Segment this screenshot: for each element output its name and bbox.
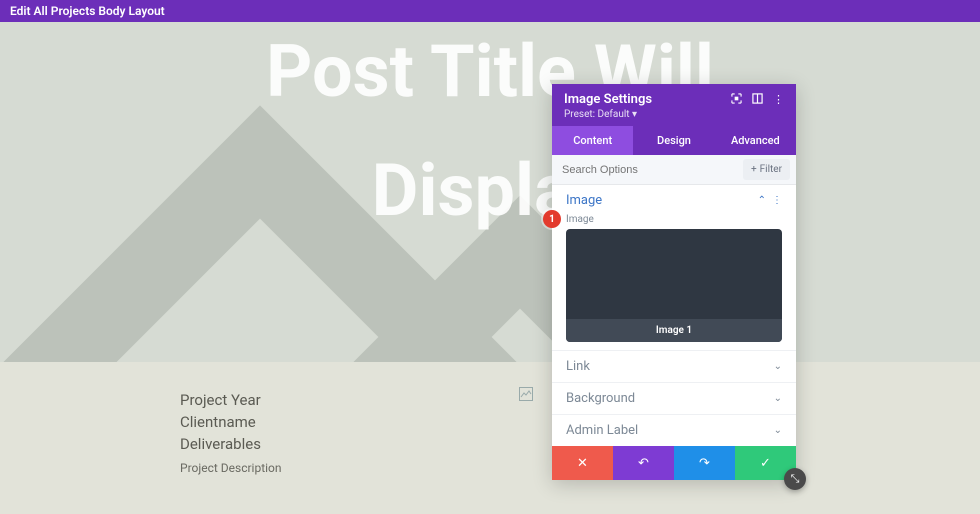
search-input[interactable] — [552, 156, 743, 184]
filter-button[interactable]: + Filter — [743, 159, 790, 180]
project-meta-section: Project Year Clientname Deliverables Pro… — [0, 362, 980, 514]
annotation-badge-1: 1 — [543, 210, 561, 228]
panel-title: Image Settings — [564, 92, 652, 107]
search-row: + Filter — [552, 155, 796, 185]
panel-tabs: Content Design Advanced — [552, 126, 796, 155]
undo-button[interactable]: ↶ — [613, 446, 674, 480]
tab-content[interactable]: Content — [552, 126, 633, 155]
expand-icon[interactable] — [752, 93, 763, 107]
image-preview[interactable]: Image 1 — [566, 229, 782, 342]
top-bar-title: Edit All Projects Body Layout — [10, 4, 165, 18]
chevron-down-icon: ⌄ — [774, 393, 782, 404]
image-settings-panel: Image Settings ⋮ Preset: Default ▾ Conte… — [552, 84, 796, 480]
section-more-icon[interactable]: ⋮ — [772, 195, 782, 206]
chevron-down-icon: ⌄ — [774, 425, 782, 436]
tab-design[interactable]: Design — [633, 126, 714, 155]
broken-image-icon — [518, 386, 534, 402]
chevron-down-icon: ⌄ — [774, 361, 782, 372]
hero-area: Post Title Will Display — [0, 22, 980, 362]
section-image-label: Image — [566, 193, 602, 208]
section-image: Image ⌃ ⋮ Image Image 1 — [552, 185, 796, 351]
hero-background-pattern — [0, 22, 980, 362]
panel-header[interactable]: Image Settings ⋮ Preset: Default ▾ — [552, 84, 796, 126]
tab-advanced[interactable]: Advanced — [715, 126, 796, 155]
more-icon[interactable]: ⋮ — [773, 93, 784, 106]
section-image-head[interactable]: Image ⌃ ⋮ — [566, 193, 782, 208]
redo-icon: ↷ — [699, 456, 710, 471]
section-link: Link ⌄ — [552, 351, 796, 383]
plus-icon: + — [751, 164, 757, 175]
snap-icon[interactable] — [731, 93, 742, 107]
image-preview-caption: Image 1 — [566, 319, 782, 342]
section-admin-label: Admin Label ⌄ — [552, 415, 796, 446]
undo-icon: ↶ — [638, 456, 649, 471]
close-icon: ✕ — [577, 456, 588, 471]
builder-top-bar: Edit All Projects Body Layout — [0, 0, 980, 22]
image-preview-body — [566, 229, 782, 319]
section-background-label: Background — [566, 391, 635, 406]
resize-handle[interactable]: ⤡ — [784, 468, 806, 490]
cancel-button[interactable]: ✕ — [552, 446, 613, 480]
section-admin-label: Admin Label — [566, 423, 638, 438]
image-field-label: Image — [566, 214, 782, 225]
section-link-label: Link — [566, 359, 590, 374]
preset-label[interactable]: Preset: Default ▾ — [564, 109, 784, 120]
section-admin-head[interactable]: Admin Label ⌄ — [566, 423, 782, 438]
panel-footer: ✕ ↶ ↷ ✓ — [552, 446, 796, 480]
redo-button[interactable]: ↷ — [674, 446, 735, 480]
section-background: Background ⌄ — [552, 383, 796, 415]
section-link-head[interactable]: Link ⌄ — [566, 359, 782, 374]
section-background-head[interactable]: Background ⌄ — [566, 391, 782, 406]
resize-icon: ⤡ — [791, 472, 800, 486]
check-icon: ✓ — [760, 456, 771, 471]
chevron-up-icon: ⌃ — [758, 195, 766, 206]
